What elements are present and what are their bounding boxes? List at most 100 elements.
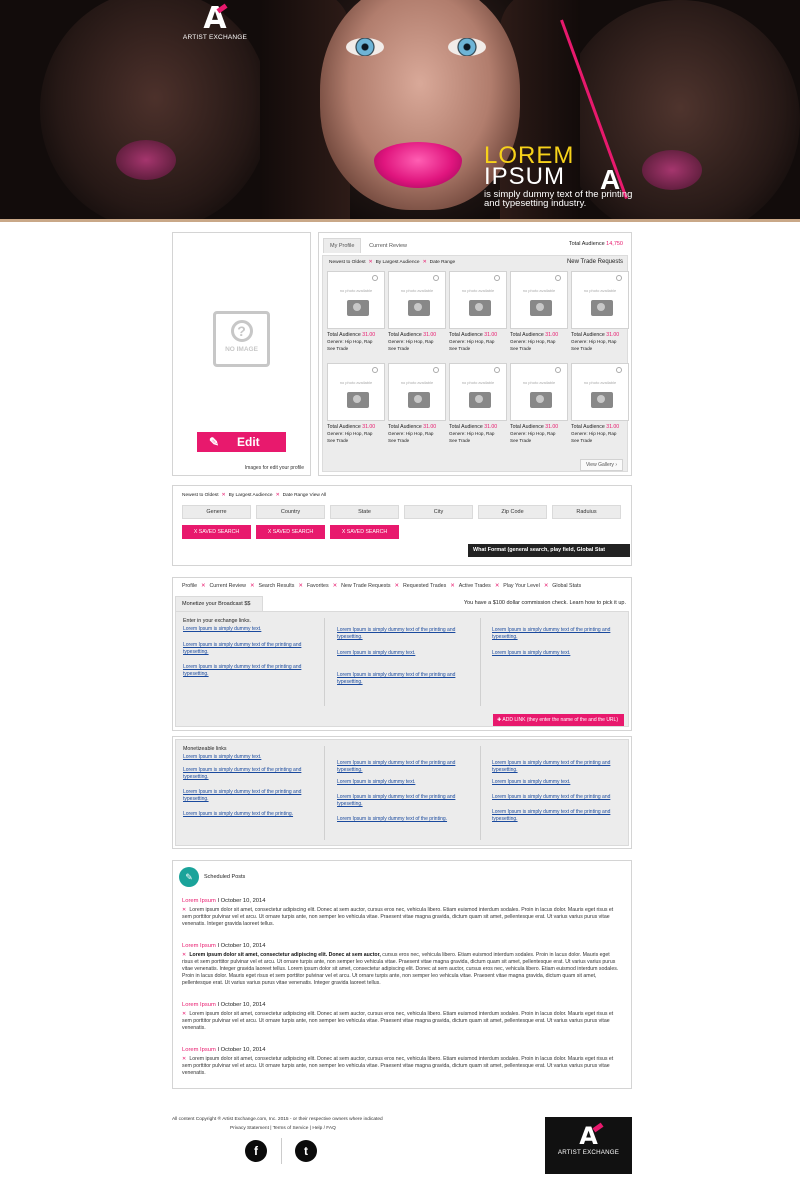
- post-author[interactable]: Lorem Ipsum: [182, 1047, 216, 1053]
- see-trade-link[interactable]: See Trade: [327, 437, 385, 444]
- edit-profile-button[interactable]: ✎ Edit: [197, 432, 286, 452]
- city-field[interactable]: City: [404, 505, 473, 519]
- monetizeable-link[interactable]: Lorem Ipsum is simply dummy text.: [337, 779, 467, 786]
- nav-item[interactable]: Requested Trades: [403, 583, 446, 589]
- search-filter-date[interactable]: Date Range View All: [283, 493, 327, 498]
- facebook-icon[interactable]: f: [245, 1140, 267, 1162]
- what-format-bar[interactable]: What Format (general search, play field,…: [468, 544, 630, 557]
- twitter-icon[interactable]: t: [295, 1140, 317, 1162]
- trade-filters: Newest to Oldest ✕ By Largest Audience ✕ Dat…: [329, 260, 456, 265]
- trade-thumbnail[interactable]: no photo available: [510, 363, 568, 421]
- post-author[interactable]: Lorem Ipsum: [182, 943, 216, 949]
- saved-search-button[interactable]: X SAVED SEARCH: [182, 525, 251, 539]
- filter-largest[interactable]: By Largest Audience: [376, 260, 420, 265]
- see-trade-link[interactable]: See Trade: [327, 345, 385, 352]
- footer-links[interactable]: Privacy Statement | Terms of Service | H…: [230, 1126, 336, 1131]
- exchange-link[interactable]: Lorem Ipsum is simply dummy text of the …: [183, 664, 313, 678]
- nav-item[interactable]: New Trade Requests: [341, 583, 390, 589]
- post-author[interactable]: Lorem Ipsum: [182, 1002, 216, 1008]
- trade-card[interactable]: no photo available Total Audience 31.00 Ge…: [327, 271, 385, 352]
- monetizeable-link[interactable]: Lorem Ipsum is simply dummy text of the …: [492, 794, 622, 801]
- exchange-link[interactable]: Lorem Ipsum is simply dummy text of the …: [492, 627, 622, 641]
- tab-current-review[interactable]: Current Review: [363, 239, 413, 253]
- state-field[interactable]: State: [330, 505, 399, 519]
- monetizeable-link[interactable]: Lorem Ipsum is simply dummy text of the …: [492, 760, 622, 774]
- trade-thumbnail[interactable]: no photo available: [571, 363, 629, 421]
- nav-item[interactable]: Active Trades: [459, 583, 491, 589]
- trade-thumbnail[interactable]: no photo available: [449, 271, 507, 329]
- saved-search-button[interactable]: X SAVED SEARCH: [330, 525, 399, 539]
- total-audience-value: 14,750: [606, 241, 623, 247]
- exchange-link[interactable]: Lorem Ipsum is simply dummy text.: [492, 650, 622, 657]
- trade-card[interactable]: no photo available Total Audience 31.00 Ge…: [510, 271, 568, 352]
- calendar-edit-icon: ✎: [179, 867, 199, 887]
- filter-newest[interactable]: Newest to Oldest: [329, 260, 366, 265]
- see-trade-link[interactable]: See Trade: [449, 345, 507, 352]
- site-logo[interactable]: A ARTIST EXCHANGE: [176, 4, 254, 42]
- exchange-link[interactable]: Lorem Ipsum is simply dummy text.: [337, 650, 467, 657]
- monetizeable-link[interactable]: Lorem Ipsum is simply dummy text of the …: [337, 794, 467, 808]
- zip-code-field[interactable]: Zip Code: [478, 505, 547, 519]
- trade-thumbnail[interactable]: no photo available: [449, 363, 507, 421]
- trade-thumbnail[interactable]: no photo available: [510, 271, 568, 329]
- view-gallery-button[interactable]: View Gallery ›: [579, 459, 623, 471]
- saved-search-button[interactable]: X SAVED SEARCH: [256, 525, 325, 539]
- trade-card[interactable]: no photo available Total Audience 31.00 Ge…: [449, 271, 507, 352]
- nav-item[interactable]: Current Review: [209, 583, 246, 589]
- exchange-link[interactable]: Lorem Ipsum is simply dummy text of the …: [337, 627, 467, 641]
- filter-date-range[interactable]: Date Range: [430, 260, 456, 265]
- see-trade-link[interactable]: See Trade: [388, 437, 446, 444]
- monetizeable-link[interactable]: Lorem Ipsum is simply dummy text of the …: [183, 811, 313, 818]
- exchange-link[interactable]: Lorem Ipsum is simply dummy text of the …: [337, 672, 467, 686]
- trade-thumbnail[interactable]: no photo available: [388, 271, 446, 329]
- nav-item[interactable]: Global Stats: [552, 583, 581, 589]
- trade-thumbnail[interactable]: no photo available: [327, 271, 385, 329]
- see-trade-link[interactable]: See Trade: [388, 345, 446, 352]
- add-link-button[interactable]: ✚ ADD LINK (they enter the name of the a…: [493, 714, 624, 726]
- scheduled-posts-title: Scheduled Posts: [204, 874, 246, 880]
- nav-item[interactable]: Favorites: [307, 583, 329, 589]
- see-trade-link[interactable]: See Trade: [571, 345, 629, 352]
- nav-item[interactable]: Profile: [182, 583, 197, 589]
- see-trade-link[interactable]: See Trade: [510, 345, 568, 352]
- hero-banner: A ARTIST EXCHANGE LOREM IPSUM A is simpl…: [0, 0, 800, 222]
- trade-card[interactable]: no photo available Total Audience 31.00 Ge…: [388, 363, 446, 444]
- trade-card[interactable]: no photo available Total Audience 31.00 Ge…: [388, 271, 446, 352]
- see-trade-link[interactable]: See Trade: [510, 437, 568, 444]
- monetizeable-link[interactable]: Lorem Ipsum is simply dummy text of the …: [492, 809, 622, 823]
- trade-thumbnail[interactable]: no photo available: [571, 271, 629, 329]
- monetizeable-link[interactable]: Lorem Ipsum is simply dummy text of the …: [183, 767, 313, 781]
- country-field[interactable]: Country: [256, 505, 325, 519]
- nav-item[interactable]: Search Results: [258, 583, 294, 589]
- post-author[interactable]: Lorem Ipsum: [182, 898, 216, 904]
- exchange-link[interactable]: Lorem Ipsum is simply dummy text.: [183, 626, 313, 633]
- tab-monetize[interactable]: Monetize your Broadcast $$: [175, 596, 263, 611]
- trade-card[interactable]: no photo available Total Audience 31.00 Ge…: [510, 363, 568, 444]
- new-trade-requests-label: New Trade Requests: [566, 259, 623, 265]
- trade-card[interactable]: no photo available Total Audience 31.00 Ge…: [571, 271, 629, 352]
- search-filter-newest[interactable]: Newest to Oldest: [182, 493, 219, 498]
- monetizeable-link[interactable]: Lorem Ipsum is simply dummy text.: [183, 754, 313, 761]
- nav-separator-icon: ✕: [394, 583, 399, 589]
- edit-label: Edit: [237, 435, 260, 449]
- no-photo-label: no photo available: [522, 288, 556, 293]
- search-filter-largest[interactable]: By Largest Audience: [229, 493, 273, 498]
- monetizeable-link[interactable]: Lorem Ipsum is simply dummy text.: [492, 779, 622, 786]
- monetizeable-link[interactable]: Lorem Ipsum is simply dummy text of the …: [337, 816, 467, 823]
- trade-card[interactable]: no photo available Total Audience 31.00 Ge…: [327, 363, 385, 444]
- hero-eye-left: [346, 38, 384, 56]
- trades-panel: My Profile Current Review Total Audience…: [318, 232, 632, 476]
- trade-card[interactable]: no photo available Total Audience 31.00 Ge…: [571, 363, 629, 444]
- nav-item[interactable]: Play Your Level: [503, 583, 540, 589]
- radius-field[interactable]: Raduius: [552, 505, 621, 519]
- monetizeable-link[interactable]: Lorem Ipsum is simply dummy text of the …: [337, 760, 467, 774]
- trade-thumbnail[interactable]: no photo available: [327, 363, 385, 421]
- see-trade-link[interactable]: See Trade: [571, 437, 629, 444]
- see-trade-link[interactable]: See Trade: [449, 437, 507, 444]
- trade-card[interactable]: no photo available Total Audience 31.00 Ge…: [449, 363, 507, 444]
- monetizeable-link[interactable]: Lorem Ipsum is simply dummy text of the …: [183, 789, 313, 803]
- tab-my-profile[interactable]: My Profile: [323, 238, 362, 253]
- trade-thumbnail[interactable]: no photo available: [388, 363, 446, 421]
- genre-field[interactable]: Generre: [182, 505, 251, 519]
- exchange-link[interactable]: Lorem Ipsum is simply dummy text of the …: [183, 642, 313, 656]
